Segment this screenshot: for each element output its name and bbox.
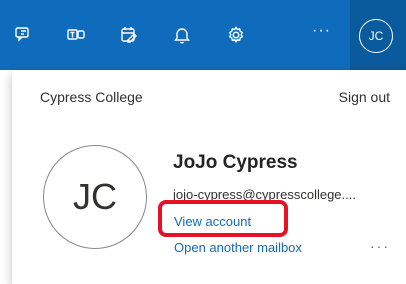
feedback-icon[interactable] <box>12 24 34 46</box>
top-header-bar: ··· JC <box>0 0 406 70</box>
more-options-icon[interactable]: ··· <box>370 238 390 254</box>
sign-out-link[interactable]: Sign out <box>339 89 390 105</box>
avatar-large: JC <box>43 145 147 249</box>
account-manager-button[interactable]: JC <box>350 0 406 70</box>
account-panel: Cypress College Sign out JC JoJo Cypress… <box>12 70 406 284</box>
highlight-box <box>158 200 288 237</box>
avatar: JC <box>359 19 393 53</box>
open-another-mailbox-link[interactable]: Open another mailbox <box>174 240 302 255</box>
teams-icon[interactable] <box>65 24 87 46</box>
display-name: JoJo Cypress <box>173 152 298 173</box>
my-day-icon[interactable] <box>118 24 140 46</box>
more-options-icon[interactable]: ··· <box>312 22 331 40</box>
organization-name: Cypress College <box>40 89 143 105</box>
settings-icon[interactable] <box>225 24 247 46</box>
notifications-icon[interactable] <box>171 24 193 46</box>
